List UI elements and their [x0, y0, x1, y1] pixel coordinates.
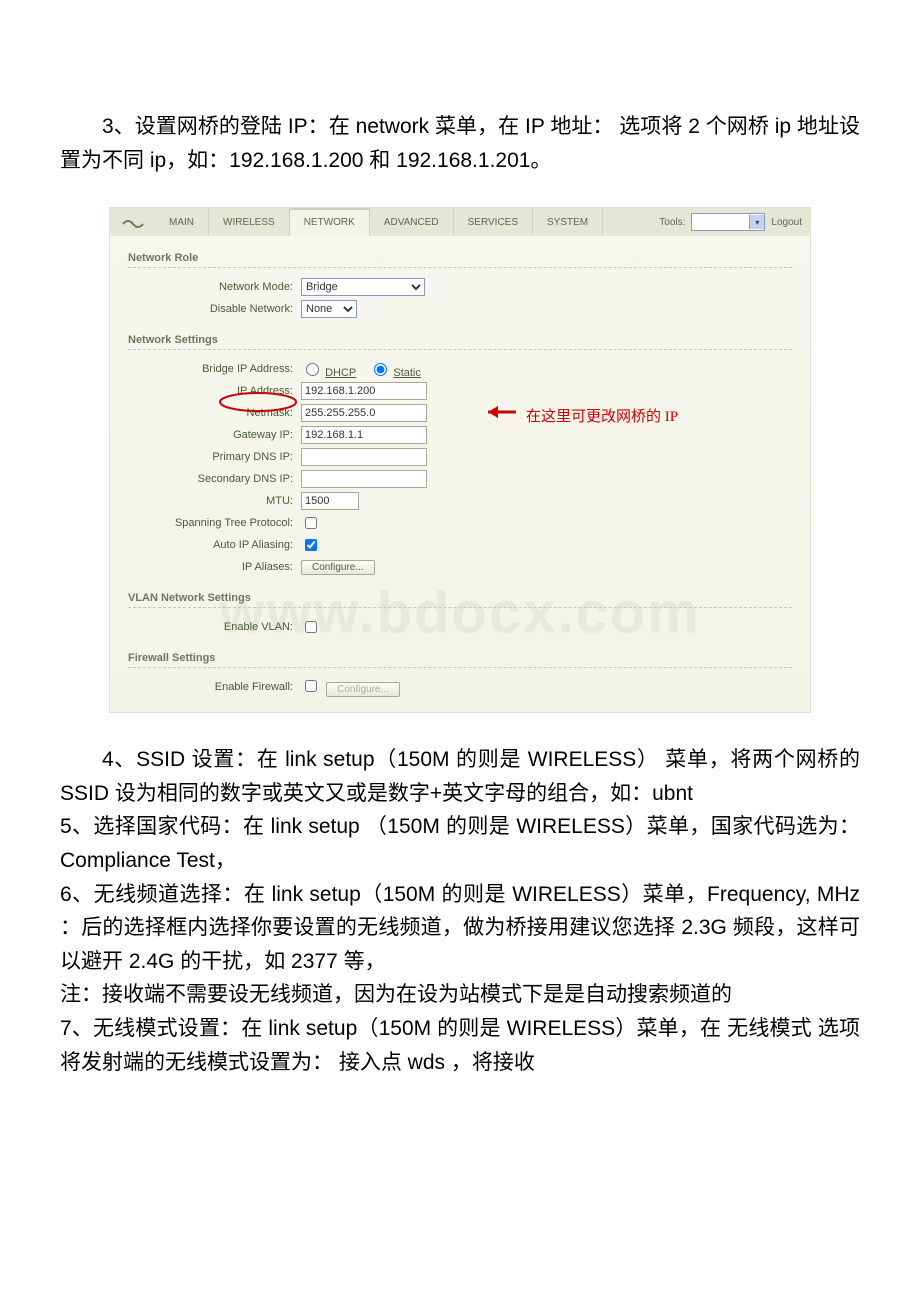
logout-link[interactable]: Logout: [771, 217, 802, 228]
autoip-checkbox[interactable]: [305, 539, 317, 551]
section-network-role: Network Role: [128, 252, 792, 268]
screenshot-network-page: www.bdocx.com 在这里可更改网桥的 IP MAIN WIRELESS…: [109, 207, 811, 713]
enable-vlan-checkbox[interactable]: [305, 621, 317, 633]
enable-firewall-checkbox[interactable]: [305, 680, 317, 692]
tab-network[interactable]: NETWORK: [290, 208, 370, 236]
network-mode-select[interactable]: Bridge: [301, 278, 425, 296]
intro-paragraph: 3、设置网桥的登陆 IP：在 network 菜单，在 IP 地址： 选项将 2…: [0, 110, 920, 177]
stp-checkbox[interactable]: [305, 517, 317, 529]
tab-wireless[interactable]: WIRELESS: [209, 208, 290, 236]
section-network-settings: Network Settings: [128, 334, 792, 350]
paragraph-ssid: 4、SSID 设置：在 link setup（150M 的则是 WIRELESS…: [0, 743, 920, 810]
logo-icon: [110, 208, 155, 236]
configure-ipaliases-button[interactable]: Configure...: [301, 560, 375, 575]
paragraph-note: 注：接收端不需要设无线频道，因为在设为站模式下是是自动搜索频道的: [0, 978, 920, 1012]
section-firewall: Firewall Settings: [128, 652, 792, 668]
tab-advanced[interactable]: ADVANCED: [370, 208, 454, 236]
disable-network-label: Disable Network:: [128, 303, 301, 315]
annotation-overlay: [110, 356, 810, 496]
tab-bar: MAIN WIRELESS NETWORK ADVANCED SERVICES …: [110, 208, 810, 236]
paragraph-country-code: 5、选择国家代码：在 link setup （150M 的则是 WIRELESS…: [0, 810, 920, 877]
tools-dropdown[interactable]: ▾: [691, 213, 765, 231]
section-vlan: VLAN Network Settings: [128, 592, 792, 608]
ipaliases-label: IP Aliases:: [128, 561, 301, 573]
configure-firewall-button: Configure...: [326, 682, 400, 697]
mtu-label: MTU:: [128, 495, 301, 507]
tab-services[interactable]: SERVICES: [454, 208, 533, 236]
paragraph-frequency: 6、无线频道选择：在 link setup（150M 的则是 WIRELESS）…: [0, 878, 920, 979]
network-mode-label: Network Mode:: [128, 281, 301, 293]
tab-main[interactable]: MAIN: [155, 208, 209, 236]
stp-label: Spanning Tree Protocol:: [128, 517, 301, 529]
tab-system[interactable]: SYSTEM: [533, 208, 603, 236]
paragraph-wireless-mode: 7、无线模式设置：在 link setup（150M 的则是 WIRELESS）…: [0, 1012, 920, 1079]
chevron-down-icon: ▾: [749, 215, 764, 229]
enable-firewall-label: Enable Firewall:: [128, 681, 301, 693]
tools-label: Tools:: [659, 217, 685, 228]
autoip-label: Auto IP Aliasing:: [128, 539, 301, 551]
enable-vlan-label: Enable VLAN:: [128, 621, 301, 633]
disable-network-select[interactable]: None: [301, 300, 357, 318]
callout-label: 在这里可更改网桥的 IP: [526, 405, 678, 426]
